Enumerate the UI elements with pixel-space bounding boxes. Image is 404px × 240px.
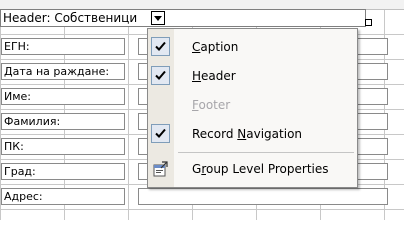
menu-item-group-level-properties[interactable]: Group Level Properties xyxy=(148,157,357,181)
field-label-address[interactable]: Адрес: xyxy=(1,188,125,205)
field-label-last-name[interactable]: Фамилия: xyxy=(1,113,125,130)
field-label-postal-code[interactable]: ПК: xyxy=(1,138,125,155)
menu-separator xyxy=(178,152,354,153)
field-label-egn[interactable]: ЕГН: xyxy=(1,38,125,55)
header-context-menu: Caption Header Footer Record Navigation … xyxy=(147,28,358,188)
field-label-first-name[interactable]: Име: xyxy=(1,88,125,105)
menu-item-footer: Footer xyxy=(148,93,357,117)
properties-icon xyxy=(153,161,168,177)
header-section-label: Header: Собственици xyxy=(3,11,138,25)
field-label-city[interactable]: Град: xyxy=(1,163,125,180)
menu-item-header[interactable]: Header xyxy=(148,64,357,88)
header-section-bar[interactable]: Header: Собственици xyxy=(0,9,366,27)
menu-item-label: Group Level Properties xyxy=(192,162,329,176)
menu-item-label: Record Navigation xyxy=(192,127,303,141)
header-checkbox xyxy=(151,66,170,85)
menu-item-label: Caption xyxy=(192,40,239,54)
menu-item-caption[interactable]: Caption xyxy=(148,35,357,59)
menu-item-label: Header xyxy=(192,69,236,83)
header-dropdown-button[interactable] xyxy=(151,11,165,25)
resize-handle[interactable] xyxy=(365,19,372,26)
checkmark-icon xyxy=(155,41,166,51)
caption-checkbox xyxy=(151,37,170,56)
field-label-birthdate[interactable]: Дата на раждане: xyxy=(1,63,125,80)
checkmark-icon xyxy=(155,128,166,138)
dropdown-arrow-icon xyxy=(154,16,162,21)
field-box-address[interactable] xyxy=(138,188,388,205)
menu-item-record-navigation[interactable]: Record Navigation xyxy=(148,122,357,146)
record-navigation-checkbox xyxy=(151,124,170,143)
checkmark-icon xyxy=(155,70,166,80)
menu-item-label: Footer xyxy=(192,98,231,112)
